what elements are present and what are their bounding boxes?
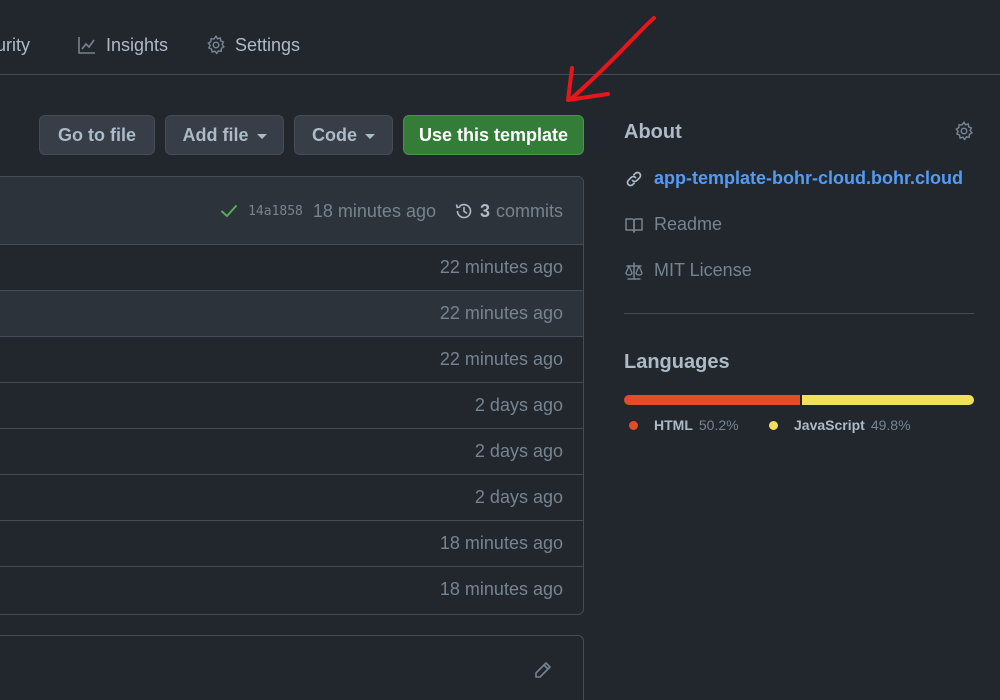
commits-count: 3 — [479, 200, 490, 221]
caret-down-icon — [256, 133, 267, 139]
check-icon — [221, 205, 238, 218]
file-row[interactable]: 2 days ago — [0, 429, 583, 475]
file-age: 22 minutes ago — [439, 257, 563, 277]
file-row[interactable]: 22 minutes ago — [0, 337, 583, 383]
file-row[interactable]: 2 days ago — [0, 475, 583, 521]
readme-box — [0, 635, 584, 700]
languages-bar-html — [624, 395, 800, 405]
file-list: 14a1858 18 minutes ago 3 commits 22 minu… — [0, 176, 584, 615]
tab-insights-label: Insights — [106, 34, 169, 55]
readme-link[interactable]: Readme — [624, 214, 722, 235]
languages-bar-javascript — [799, 395, 974, 405]
book-icon — [625, 217, 643, 233]
use-this-template-label: Use this template — [418, 124, 569, 145]
commits-label: commits — [496, 200, 563, 221]
tab-settings[interactable]: Settings — [205, 32, 300, 58]
sidebar-divider — [624, 313, 974, 314]
file-age: 18 minutes ago — [439, 533, 563, 553]
tab-insights[interactable]: Insights — [76, 32, 168, 58]
use-this-template-button[interactable]: Use this template — [403, 115, 584, 155]
file-row[interactable]: 22 minutes ago — [0, 245, 583, 291]
language-percent: 50.2% — [698, 417, 739, 433]
about-heading: About — [624, 121, 682, 143]
readme-label: Readme — [654, 214, 723, 234]
pencil-icon[interactable] — [533, 660, 553, 680]
repo-tab-bar: urity Insights Settings — [0, 0, 1000, 75]
file-row[interactable]: 2 days ago — [0, 383, 583, 429]
tab-security-label: urity — [0, 34, 31, 55]
file-row[interactable]: 22 minutes ago — [0, 291, 583, 337]
file-age: 22 minutes ago — [439, 349, 563, 369]
language-dot — [629, 420, 638, 430]
file-age: 18 minutes ago — [439, 579, 563, 599]
gear-icon — [207, 34, 225, 55]
language-name: JavaScript — [794, 417, 865, 433]
caret-down-icon — [365, 133, 375, 139]
languages-bar — [624, 395, 974, 405]
language-name: HTML — [654, 417, 693, 433]
homepage-url: app-template-bohr-cloud.bohr.cloud — [654, 168, 963, 188]
commits-link[interactable]: 3 commits — [454, 201, 563, 222]
law-icon — [625, 261, 643, 280]
license-label: MIT License — [654, 260, 752, 280]
code-label: Code — [312, 124, 357, 145]
languages-heading: Languages — [624, 351, 730, 373]
file-row[interactable]: 18 minutes ago — [0, 521, 583, 567]
language-javascript[interactable]: JavaScript 49.8% — [769, 417, 911, 433]
link-icon — [626, 171, 642, 186]
license-link[interactable]: MIT License — [624, 260, 752, 281]
commit-time: 18 minutes ago — [312, 200, 436, 221]
go-to-file-button[interactable]: Go to file — [39, 115, 155, 155]
homepage-link[interactable]: app-template-bohr-cloud.bohr.cloud — [624, 168, 963, 189]
graph-icon — [78, 37, 95, 54]
go-to-file-label: Go to file — [58, 124, 136, 145]
annotation-arrow — [566, 16, 656, 102]
file-age: 2 days ago — [474, 487, 563, 507]
file-age: 2 days ago — [474, 441, 563, 461]
language-percent: 49.8% — [870, 417, 911, 433]
language-html[interactable]: HTML 50.2% — [629, 417, 739, 433]
gear-icon[interactable] — [953, 120, 975, 142]
file-age: 22 minutes ago — [439, 303, 563, 323]
latest-commit-bar: 14a1858 18 minutes ago 3 commits — [0, 177, 583, 245]
history-icon — [455, 203, 472, 219]
add-file-label: Add file — [182, 124, 249, 145]
commit-sha-link[interactable]: 14a1858 — [248, 204, 303, 219]
file-age: 2 days ago — [474, 395, 563, 415]
tab-settings-label: Settings — [235, 34, 301, 55]
language-dot — [769, 420, 778, 430]
tab-security[interactable]: urity — [0, 32, 30, 58]
file-row[interactable]: 18 minutes ago — [0, 567, 583, 613]
code-button[interactable]: Code — [294, 115, 393, 155]
add-file-button[interactable]: Add file — [165, 115, 284, 155]
